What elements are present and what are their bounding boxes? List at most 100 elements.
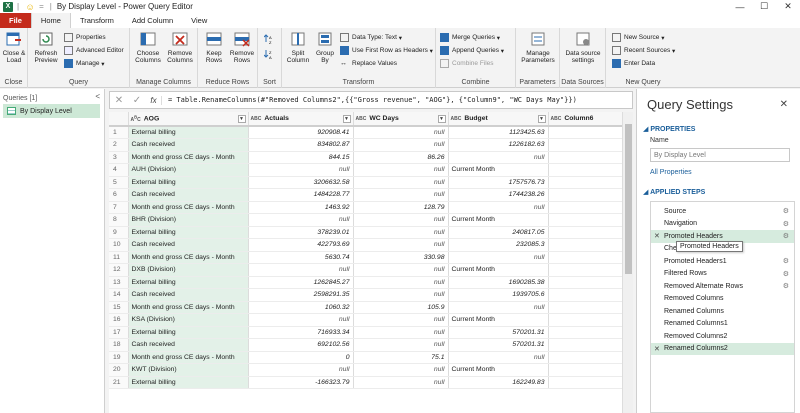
table-cell[interactable]: Current Month — [448, 213, 549, 227]
table-cell[interactable]: null — [448, 251, 549, 264]
table-cell[interactable]: 1939705.6 — [448, 288, 549, 302]
applied-step[interactable]: Removed Alternate Rows ⚙ — [651, 280, 794, 293]
table-cell[interactable]: 128.79 — [353, 201, 449, 214]
table-cell[interactable]: External billing — [128, 176, 249, 189]
filter-dropdown-icon[interactable]: ▼ — [537, 114, 546, 123]
column-header-aog[interactable]: ABC AOG ▼ — [128, 112, 249, 127]
table-row[interactable]: 17 External billing 716933.34 null 570201.31 — [109, 326, 623, 339]
table-row[interactable]: 5 External billing 3206632.58 null 1757576.7… — [109, 176, 623, 189]
applied-step[interactable]: Filtered Rows ⚙ — [651, 268, 794, 281]
table-row[interactable]: 4 AUH (Division) null null Current Month — [109, 163, 623, 177]
table-cell-column6[interactable] — [548, 363, 623, 377]
table-cell[interactable]: 716933.34 — [248, 326, 354, 339]
properties-heading[interactable]: ◢ PROPERTIES — [643, 125, 695, 133]
table-cell[interactable]: null — [248, 213, 354, 227]
new-source-button[interactable]: New Source ▾ — [612, 32, 664, 43]
table-row[interactable]: 11 Month end gross CE days - Month 5630.74… — [109, 251, 623, 264]
table-cell-column6[interactable] — [548, 138, 623, 152]
replace-values-button[interactable]: ↔ Replace Values — [340, 58, 397, 69]
table-cell[interactable]: null — [248, 313, 354, 327]
table-row[interactable]: 1 External billing 920908.41 null 1123425.63 — [109, 126, 623, 139]
table-cell[interactable]: null — [448, 151, 549, 164]
close-load-button[interactable]: Close & Load — [1, 30, 27, 64]
table-cell-column6[interactable] — [548, 301, 623, 314]
table-cell[interactable]: 232085.3 — [448, 238, 549, 252]
table-row[interactable]: 8 BHR (Division) null null Current Month — [109, 213, 623, 227]
table-row[interactable]: 6 Cash received 1484228.77 null 1744238.26 — [109, 188, 623, 202]
split-column-button[interactable]: Split Column — [284, 30, 312, 64]
table-cell[interactable]: null — [353, 326, 449, 339]
filter-dropdown-icon[interactable]: ▼ — [437, 114, 446, 123]
table-cell[interactable]: Cash received — [128, 188, 249, 202]
applied-step[interactable]: ✕ Renamed Columns2 — [651, 342, 794, 355]
scrollbar-thumb[interactable] — [625, 124, 632, 274]
table-cell[interactable]: External billing — [128, 276, 249, 289]
table-cell-column6[interactable] — [548, 163, 623, 177]
applied-step[interactable]: Renamed Columns — [651, 305, 794, 318]
table-row[interactable]: 14 Cash received 2598291.35 null 1939705.6 — [109, 288, 623, 302]
table-cell-column6[interactable] — [548, 288, 623, 302]
table-cell[interactable]: 1226182.63 — [448, 138, 549, 152]
table-row[interactable]: 12 DXB (Division) null null Current Month — [109, 263, 623, 277]
table-cell[interactable]: Cash received — [128, 288, 249, 302]
delete-step-icon[interactable]: ✕ — [654, 345, 660, 353]
table-cell[interactable]: 2598291.35 — [248, 288, 354, 302]
table-cell-column6[interactable] — [548, 263, 623, 277]
customize-quick-access-icon[interactable]: = — [39, 2, 44, 11]
refresh-preview-button[interactable]: Refresh Preview — [30, 30, 62, 64]
table-cell[interactable]: null — [353, 263, 449, 277]
table-cell[interactable]: BHR (Division) — [128, 213, 249, 227]
table-cell[interactable]: 1463.92 — [248, 201, 354, 214]
manage-parameters-button[interactable]: Manage Parameters — [518, 30, 558, 64]
applied-steps-heading[interactable]: ◢ APPLIED STEPS — [643, 188, 705, 196]
minimize-icon[interactable]: — — [728, 0, 752, 13]
table-cell-column6[interactable] — [548, 201, 623, 214]
append-queries-button[interactable]: Append Queries ▾ — [440, 45, 504, 56]
step-settings-gear-icon[interactable]: ⚙ — [783, 270, 789, 278]
table-cell[interactable]: null — [353, 176, 449, 189]
table-row[interactable]: 18 Cash received 692102.56 null 570201.31 — [109, 338, 623, 352]
table-cell-column6[interactable] — [548, 351, 623, 364]
column-header-budget[interactable]: ABC Budget ▼ — [448, 112, 549, 127]
step-settings-gear-icon[interactable]: ⚙ — [783, 220, 789, 228]
use-first-row-headers-button[interactable]: Use First Row as Headers ▾ — [340, 45, 433, 56]
table-cell[interactable]: 570201.31 — [448, 338, 549, 352]
close-settings-icon[interactable]: ✕ — [780, 99, 788, 110]
table-cell[interactable]: AUH (Division) — [128, 163, 249, 177]
table-cell[interactable]: null — [353, 288, 449, 302]
table-cell-column6[interactable] — [548, 126, 623, 139]
table-cell[interactable]: null — [248, 263, 354, 277]
query-name-input[interactable]: By Display Level — [650, 148, 790, 162]
applied-step[interactable]: Navigation ⚙ — [651, 218, 794, 231]
table-cell[interactable]: null — [353, 338, 449, 352]
table-cell-column6[interactable] — [548, 151, 623, 164]
table-cell[interactable]: 834802.87 — [248, 138, 354, 152]
group-by-button[interactable]: Group By — [312, 30, 338, 64]
table-cell[interactable]: 75.1 — [353, 351, 449, 364]
table-cell[interactable]: 692102.56 — [248, 338, 354, 352]
tab-file[interactable]: File — [0, 13, 31, 28]
table-cell[interactable]: 3206632.58 — [248, 176, 354, 189]
fx-icon[interactable]: fx — [146, 95, 162, 105]
table-cell[interactable]: 5630.74 — [248, 251, 354, 264]
step-settings-gear-icon[interactable]: ⚙ — [783, 207, 789, 215]
recent-sources-button[interactable]: Recent Sources ▾ — [612, 45, 675, 56]
table-cell[interactable]: External billing — [128, 376, 249, 389]
table-cell[interactable]: Current Month — [448, 313, 549, 327]
column-header-actuals[interactable]: ABC Actuals ▼ — [248, 112, 354, 127]
properties-button[interactable]: Properties — [64, 32, 106, 43]
tab-view[interactable]: View — [182, 13, 216, 28]
table-row[interactable]: 19 Month end gross CE days - Month 0 75.1 nu… — [109, 351, 623, 364]
table-cell[interactable]: 844.15 — [248, 151, 354, 164]
table-cell[interactable]: null — [353, 188, 449, 202]
table-cell[interactable]: 1690285.38 — [448, 276, 549, 289]
table-cell-column6[interactable] — [548, 313, 623, 327]
table-cell[interactable]: Cash received — [128, 338, 249, 352]
applied-step[interactable]: Removed Columns2 — [651, 330, 794, 343]
table-cell[interactable]: Month end gross CE days - Month — [128, 151, 249, 164]
remove-rows-button[interactable]: Remove Rows — [228, 30, 256, 64]
table-cell[interactable]: null — [448, 301, 549, 314]
table-row[interactable]: 3 Month end gross CE days - Month 844.15 86… — [109, 151, 623, 164]
table-cell[interactable]: Month end gross CE days - Month — [128, 251, 249, 264]
column-header-wc-days[interactable]: ABC WC Days ▼ — [353, 112, 449, 127]
